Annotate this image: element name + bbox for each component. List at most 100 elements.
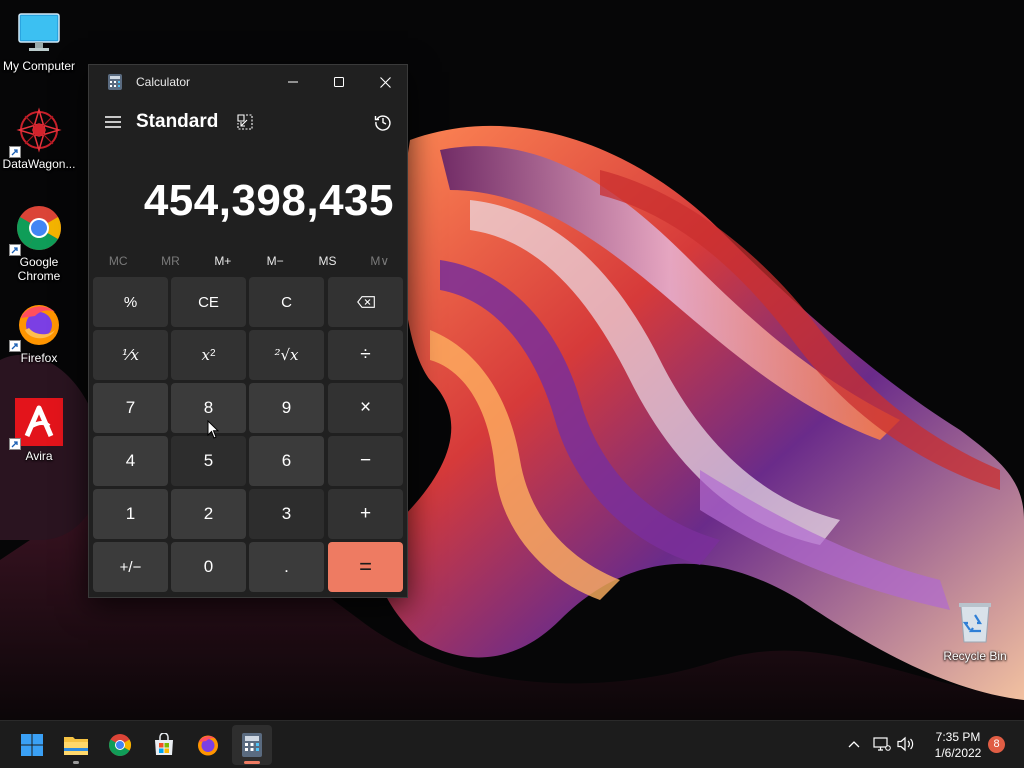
result-display: 454,398,435 [143, 176, 394, 225]
datawagon-icon [9, 106, 63, 158]
desktop-icon-google-chrome[interactable]: Google Chrome [0, 204, 78, 283]
recycle-bin-icon [951, 598, 999, 646]
keep-on-top-icon [237, 114, 253, 130]
shortcut-arrow-icon [9, 340, 21, 352]
square-label: x [201, 346, 210, 364]
divide-button[interactable]: ÷ [328, 330, 403, 380]
calculator-window[interactable]: Calculator Standard 454,398,435 MC MR M+… [88, 64, 408, 598]
decimal-button[interactable]: . [249, 542, 324, 592]
taskbar-chrome[interactable] [100, 725, 140, 765]
minimize-icon [288, 81, 298, 83]
show-hidden-icons-button[interactable] [843, 733, 865, 755]
subtract-button[interactable]: − [328, 436, 403, 486]
title-bar[interactable]: Calculator [89, 65, 407, 99]
digit-5-button[interactable]: 5 [171, 436, 246, 486]
reciprocal-button[interactable]: ¹⁄x [93, 330, 168, 380]
add-button[interactable]: + [328, 489, 403, 539]
digit-7-button[interactable]: 7 [93, 383, 168, 433]
multiply-button[interactable]: × [328, 383, 403, 433]
speaker-icon [897, 736, 914, 752]
taskbar: 7:35 PM 1/6/2022 [0, 720, 1024, 768]
maximize-icon [334, 77, 344, 87]
chrome-icon [9, 204, 63, 256]
desktop-icon-my-computer[interactable]: My Computer [0, 8, 78, 73]
calculator-mode-title: Standard [136, 111, 219, 132]
memory-store-button[interactable]: MS [301, 248, 353, 274]
window-title: Calculator [136, 75, 191, 89]
square-superscript: 2 [209, 347, 216, 359]
notification-badge[interactable]: 8 [988, 736, 1005, 753]
maximize-button[interactable] [316, 65, 362, 99]
keep-on-top-button[interactable] [233, 110, 257, 134]
backspace-button[interactable] [328, 277, 403, 327]
desktop-icon-recycle-bin[interactable]: Recycle Bin [936, 598, 1014, 663]
desktop-icon-avira[interactable]: Avira [0, 398, 78, 463]
desktop-icon-label: Recycle Bin [943, 649, 1007, 663]
file-explorer-icon [64, 737, 88, 755]
desktop-icon-label: My Computer [2, 59, 76, 73]
reciprocal-label: ¹⁄x [122, 346, 139, 364]
percent-button[interactable]: % [93, 277, 168, 327]
volume-button[interactable] [895, 733, 917, 755]
close-button[interactable] [362, 65, 408, 99]
memory-recall-button[interactable]: MR [144, 248, 196, 274]
square-root-button[interactable]: ²√x [249, 330, 324, 380]
clock-time: 7:35 PM [935, 730, 981, 744]
desktop-icon-label: Avira [25, 449, 53, 463]
taskbar-store[interactable] [144, 725, 184, 765]
calculator-app-icon [108, 74, 122, 90]
taskbar-clock[interactable]: 7:35 PM 1/6/2022 [925, 729, 991, 761]
history-icon [374, 115, 391, 131]
calculator-header: Standard [89, 105, 407, 139]
active-indicator [244, 761, 260, 764]
close-icon [379, 76, 391, 88]
monitor-icon [15, 8, 63, 56]
avira-icon [9, 398, 63, 450]
chrome-icon [109, 734, 131, 756]
running-indicator [73, 761, 79, 764]
clear-entry-button[interactable]: CE [171, 277, 246, 327]
hamburger-icon [105, 116, 121, 128]
digit-9-button[interactable]: 9 [249, 383, 324, 433]
desktop-icon-firefox[interactable]: Firefox [0, 300, 78, 365]
network-button[interactable] [871, 733, 893, 755]
negate-button[interactable]: +/− [93, 542, 168, 592]
backspace-icon [356, 296, 375, 308]
digit-4-button[interactable]: 4 [93, 436, 168, 486]
desktop-icon-label: Google Chrome [17, 255, 61, 283]
shortcut-arrow-icon [9, 244, 21, 256]
calculator-icon [242, 733, 262, 757]
memory-subtract-button[interactable]: M− [249, 248, 301, 274]
memory-add-button[interactable]: M+ [197, 248, 249, 274]
digit-6-button[interactable]: 6 [249, 436, 324, 486]
start-button[interactable] [12, 725, 52, 765]
memory-list-button[interactable]: M∨ [354, 248, 406, 274]
navigation-menu-button[interactable] [101, 108, 125, 136]
memory-row: MC MR M+ M− MS M∨ [92, 248, 406, 274]
start-icon [21, 734, 43, 756]
taskbar-file-explorer[interactable] [56, 725, 96, 765]
desktop-icon-label: Firefox [20, 351, 58, 365]
firefox-icon [198, 735, 218, 756]
history-button[interactable] [371, 110, 395, 134]
shortcut-arrow-icon [9, 438, 21, 450]
shortcut-arrow-icon [9, 146, 21, 158]
digit-3-button[interactable]: 3 [249, 489, 324, 539]
store-icon [155, 733, 173, 755]
taskbar-calculator[interactable] [232, 725, 272, 765]
square-button[interactable]: x2 [171, 330, 246, 380]
minimize-button[interactable] [270, 65, 316, 99]
taskbar-firefox[interactable] [188, 725, 228, 765]
equals-button[interactable]: = [328, 542, 403, 592]
network-icon [873, 737, 891, 751]
clock-date: 1/6/2022 [934, 746, 982, 760]
clear-button[interactable]: C [249, 277, 324, 327]
digit-0-button[interactable]: 0 [171, 542, 246, 592]
digit-1-button[interactable]: 1 [93, 489, 168, 539]
square-root-label: ²√x [274, 346, 299, 364]
mouse-cursor-icon [207, 420, 219, 439]
desktop-icon-label: DataWagon... [2, 157, 76, 171]
desktop-icon-datawagon[interactable]: DataWagon... [0, 106, 78, 171]
digit-2-button[interactable]: 2 [171, 489, 246, 539]
memory-clear-button[interactable]: MC [92, 248, 144, 274]
